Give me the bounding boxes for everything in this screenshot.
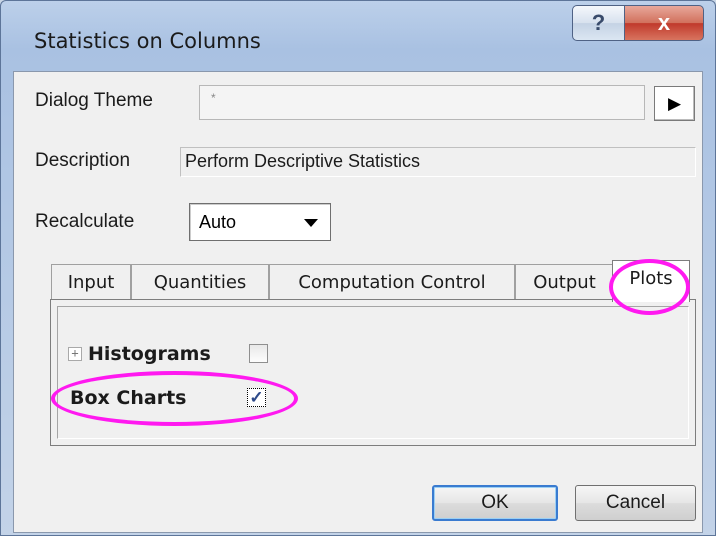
cancel-button[interactable]: Cancel [575, 485, 696, 521]
recalculate-selected-value: Auto [199, 212, 237, 232]
plots-tree-area [57, 306, 689, 439]
dialog-theme-label: Dialog Theme [35, 90, 153, 111]
plots-tab-panel [50, 299, 696, 446]
dialog-theme-field[interactable]: * [199, 85, 645, 120]
help-button[interactable]: ? [572, 5, 625, 41]
close-icon: x [657, 10, 671, 35]
question-mark-icon: ? [591, 10, 606, 35]
tab-plots[interactable]: Plots [612, 260, 690, 302]
dialog-window: Statistics on Columns ? x Dialog Theme *… [0, 0, 716, 536]
description-field: Perform Descriptive Statistics [180, 147, 696, 177]
recalculate-select[interactable]: Auto [189, 203, 331, 241]
dialog-body: Dialog Theme * ▶ Description Perform Des… [13, 71, 703, 533]
histograms-label: Histograms [88, 343, 211, 365]
tab-output[interactable]: Output [515, 264, 614, 299]
checkmark-icon: ✓ [249, 388, 264, 407]
ok-button[interactable]: OK [432, 485, 558, 521]
box-charts-checkbox[interactable]: ✓ [247, 388, 266, 407]
recalculate-label: Recalculate [35, 211, 135, 232]
window-title: Statistics on Columns [34, 29, 261, 53]
play-arrow-icon: ▶ [667, 93, 682, 113]
histograms-checkbox[interactable] [249, 344, 268, 363]
chevron-down-icon [304, 219, 318, 227]
description-label: Description [35, 150, 131, 171]
tab-quantities[interactable]: Quantities [131, 264, 269, 299]
box-charts-label: Box Charts [70, 387, 187, 409]
dialog-theme-menu-button[interactable]: ▶ [654, 86, 695, 121]
tab-input[interactable]: Input [51, 264, 131, 299]
tab-computation-control[interactable]: Computation Control [269, 264, 515, 299]
title-bar[interactable]: Statistics on Columns ? x [1, 1, 715, 71]
close-button[interactable]: x [624, 5, 704, 41]
expand-icon[interactable]: + [68, 347, 82, 361]
